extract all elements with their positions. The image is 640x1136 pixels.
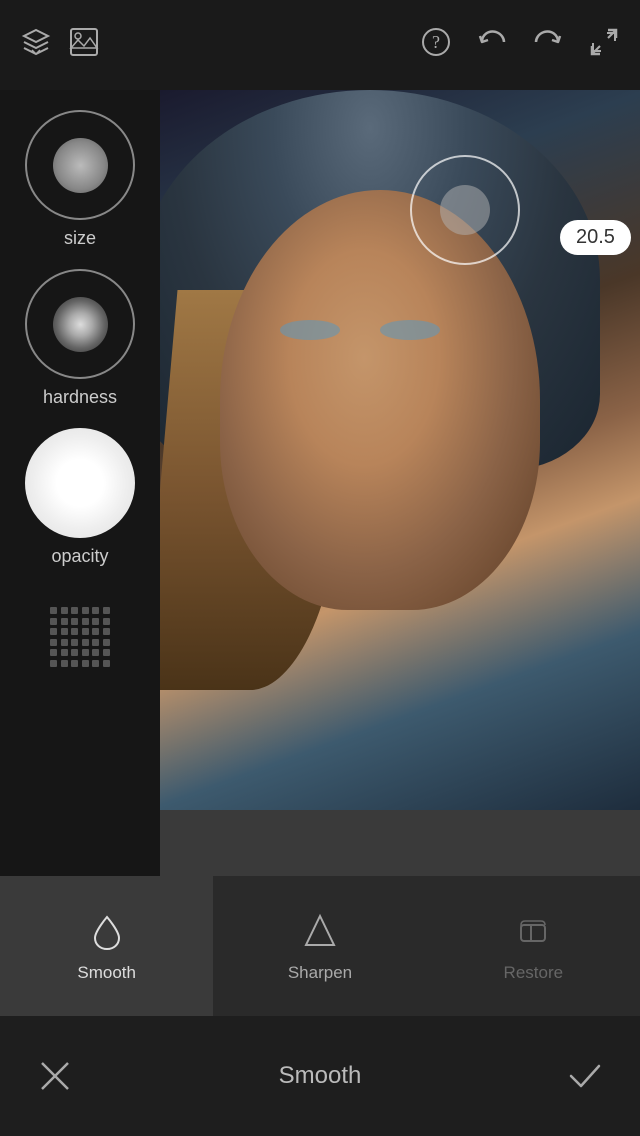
layers-icon[interactable]	[20, 26, 52, 65]
size-label: size	[64, 228, 96, 249]
redo-icon[interactable]	[532, 26, 564, 65]
cancel-button[interactable]	[30, 1051, 80, 1101]
opacity-label: opacity	[51, 546, 108, 567]
brush-pattern-icon[interactable]	[50, 607, 110, 667]
help-icon[interactable]: ?	[420, 26, 452, 65]
tab-smooth-label: Smooth	[77, 963, 136, 983]
size-brush[interactable]	[25, 110, 135, 220]
tab-restore-label: Restore	[504, 963, 564, 983]
opacity-brush[interactable]	[25, 428, 135, 538]
toolbar-left	[20, 26, 100, 65]
tab-sharpen-label: Sharpen	[288, 963, 352, 983]
bottom-tabs: Smooth Sharpen Restore	[0, 876, 640, 1016]
hardness-brush[interactable]	[25, 269, 135, 379]
brush-value-badge: 20.5	[560, 220, 631, 255]
tab-restore[interactable]: Restore	[427, 876, 640, 1016]
opacity-control: opacity	[25, 428, 135, 567]
hardness-label: hardness	[43, 387, 117, 408]
size-control: size	[25, 110, 135, 249]
canvas-brush-cursor-inner	[440, 185, 490, 235]
svg-text:?: ?	[432, 32, 440, 52]
tab-sharpen[interactable]: Sharpen	[213, 876, 426, 1016]
sharpen-icon	[298, 909, 342, 953]
top-toolbar: ?	[0, 0, 640, 90]
size-brush-inner	[53, 138, 108, 193]
adjustments-icon[interactable]	[68, 26, 100, 65]
left-panel: size hardness opacity	[0, 90, 160, 910]
expand-icon[interactable]	[588, 26, 620, 65]
toolbar-right: ?	[420, 26, 620, 65]
tab-smooth[interactable]: Smooth	[0, 876, 213, 1016]
restore-icon	[511, 909, 555, 953]
photo-background	[160, 90, 640, 810]
canvas-brush-cursor	[410, 155, 520, 265]
bottom-bar-title: Smooth	[80, 1062, 560, 1090]
hardness-control: hardness	[25, 269, 135, 408]
confirm-button[interactable]	[560, 1051, 610, 1101]
smooth-icon	[85, 909, 129, 953]
bottom-bar: Smooth	[0, 1016, 640, 1136]
undo-icon[interactable]	[476, 26, 508, 65]
hardness-brush-inner	[53, 297, 108, 352]
